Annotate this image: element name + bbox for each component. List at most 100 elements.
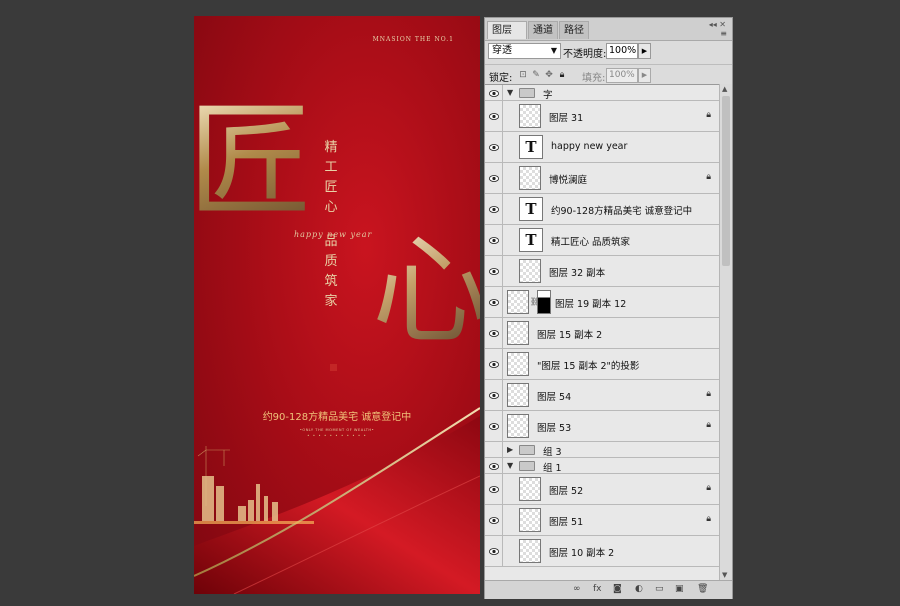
layer-row[interactable]: 图层 51 🔒︎: [485, 505, 719, 536]
visibility-toggle[interactable]: [485, 349, 503, 379]
eye-icon: [489, 361, 499, 368]
layer-group-row[interactable]: ▶ 组 3: [485, 442, 719, 458]
panel-tab-bar: 图层× 通道 路径 ◂◂ ✕ ≡: [485, 18, 732, 54]
folder-icon: [519, 445, 535, 455]
lock-all-icon[interactable]: 🔒︎: [557, 70, 567, 80]
opacity-input[interactable]: 100%: [606, 43, 638, 59]
group-expanded-icon[interactable]: ▼: [507, 461, 513, 470]
layer-thumbnail: [507, 290, 529, 314]
big-character-jiang: 匠: [194, 100, 312, 224]
visibility-toggle[interactable]: [485, 85, 503, 100]
visibility-toggle[interactable]: [485, 256, 503, 286]
visibility-toggle[interactable]: [485, 163, 503, 193]
layer-mask-thumbnail[interactable]: [537, 290, 551, 314]
layer-thumbnail: [507, 383, 529, 407]
fill-slider-button[interactable]: ▶: [638, 68, 651, 83]
visibility-toggle[interactable]: [485, 474, 503, 504]
adjustment-icon[interactable]: ◐: [635, 584, 643, 594]
layer-row[interactable]: 图层 15 副本 2: [485, 318, 719, 349]
layer-group-row[interactable]: ▼ 组 1: [485, 458, 719, 474]
trash-icon[interactable]: 🗑: [697, 584, 708, 594]
tab-layers[interactable]: 图层×: [487, 21, 527, 54]
layer-row[interactable]: T 约90-128方精品美宅 诚意登记中: [485, 194, 719, 225]
layer-thumbnail: [507, 321, 529, 345]
panel-footer: ∞ fx ◙ ◐ ▭ ▣ 🗑: [485, 580, 732, 599]
visibility-toggle[interactable]: [485, 318, 503, 348]
new-layer-icon[interactable]: ▣: [675, 584, 684, 594]
brand-tagline: MNASION THE NO.1: [372, 36, 454, 43]
layer-group-row[interactable]: ▼ 字: [485, 85, 719, 101]
scroll-up-icon[interactable]: ▲: [722, 85, 727, 93]
layer-thumbnail: [519, 508, 541, 532]
eye-icon: [489, 206, 499, 213]
slogan-char: 家: [324, 294, 338, 309]
visibility-toggle[interactable]: [485, 505, 503, 535]
blend-mode-select[interactable]: 穿透 ▼: [488, 43, 561, 59]
opacity-slider-button[interactable]: ▶: [638, 43, 651, 59]
eye-icon: [489, 548, 499, 555]
scroll-thumb[interactable]: [722, 96, 730, 266]
layer-name: 图层 51: [549, 517, 584, 528]
layer-thumbnail: [519, 477, 541, 501]
fx-icon[interactable]: fx: [593, 584, 602, 594]
lock-transparency-icon[interactable]: ⊡: [518, 70, 528, 80]
visibility-toggle[interactable]: [485, 380, 503, 410]
layer-row[interactable]: 图层 54 🔒︎: [485, 380, 719, 411]
collapse-icon[interactable]: ◂◂ ✕: [709, 20, 726, 29]
visibility-toggle[interactable]: [485, 194, 503, 224]
layer-row[interactable]: "图层 15 副本 2"的投影: [485, 349, 719, 380]
lock-icon: 🔒︎: [706, 420, 711, 430]
blend-mode-value: 穿透: [492, 45, 512, 56]
slogan-char: 精: [324, 140, 338, 155]
layer-row[interactable]: ⛓ 图层 19 副本 12: [485, 287, 719, 318]
visibility-toggle[interactable]: [485, 132, 503, 162]
layer-name: 图层 53: [537, 423, 572, 434]
layer-list-scrollbar[interactable]: ▲ ▼: [719, 84, 732, 580]
layer-row[interactable]: 图层 52 🔒︎: [485, 474, 719, 505]
visibility-toggle[interactable]: [485, 287, 503, 317]
tab-paths[interactable]: 路径: [559, 21, 589, 39]
layer-name: 博悦澜庭: [549, 175, 588, 186]
document-canvas[interactable]: MNASION THE NO.1 匠 心 精 工 匠 心 品 质 筑 家 hap…: [194, 16, 480, 594]
eye-icon: [489, 175, 499, 182]
scroll-down-icon[interactable]: ▼: [722, 571, 727, 579]
group-collapsed-icon[interactable]: ▶: [507, 445, 513, 454]
layer-row[interactable]: 博悦澜庭 🔒︎: [485, 163, 719, 194]
layer-name: 字: [543, 90, 553, 101]
folder-icon: [519, 461, 535, 471]
group-expanded-icon[interactable]: ▼: [507, 88, 513, 97]
text-layer-icon: T: [519, 197, 543, 221]
layer-thumbnail: [519, 259, 541, 283]
visibility-toggle[interactable]: [485, 411, 503, 441]
layer-row[interactable]: T 精工匠心 品质筑家: [485, 225, 719, 256]
eye-icon: [489, 113, 499, 120]
chevron-down-icon: ▼: [550, 46, 557, 55]
visibility-toggle[interactable]: [485, 536, 503, 566]
layer-name: 图层 19 副本 12: [555, 299, 627, 310]
opacity-label: 不透明度:: [563, 49, 607, 60]
layer-list: ▼ 字图层 31 🔒︎ Thappy new year 博悦澜庭 🔒︎ T 约90-128方精…: [485, 84, 719, 581]
visibility-toggle[interactable]: [485, 225, 503, 255]
fill-input[interactable]: 100%: [606, 68, 638, 83]
mask-icon[interactable]: ◙: [613, 584, 622, 594]
layer-row[interactable]: 图层 53 🔒︎: [485, 411, 719, 442]
visibility-toggle[interactable]: [485, 458, 503, 473]
layers-panel: 图层× 通道 路径 ◂◂ ✕ ≡ 穿透 ▼ 不透明度: 100% ▶ 锁定: ⊡…: [484, 17, 733, 599]
slogan-char: 质: [324, 254, 338, 269]
link-icon[interactable]: ∞: [573, 584, 581, 594]
layer-thumbnail: [519, 166, 541, 190]
new-group-icon[interactable]: ▭: [655, 584, 664, 594]
visibility-toggle[interactable]: [485, 101, 503, 131]
eye-icon: [489, 486, 499, 493]
layer-name: 精工匠心 品质筑家: [551, 237, 631, 248]
lock-position-icon[interactable]: ✥: [544, 70, 554, 80]
layer-row[interactable]: 图层 32 副本: [485, 256, 719, 287]
tiny-caption: •ONLY THE MOMENT OF WEALTH•: [299, 428, 375, 432]
layer-row[interactable]: Thappy new year: [485, 132, 719, 163]
visibility-toggle[interactable]: [485, 442, 503, 457]
lock-paint-icon[interactable]: ✎: [531, 70, 541, 80]
tab-channels[interactable]: 通道: [528, 21, 558, 39]
layer-row[interactable]: 图层 31 🔒︎: [485, 101, 719, 132]
layer-row[interactable]: 图层 10 副本 2: [485, 536, 719, 567]
panel-menu-icon[interactable]: ≡: [720, 29, 727, 38]
